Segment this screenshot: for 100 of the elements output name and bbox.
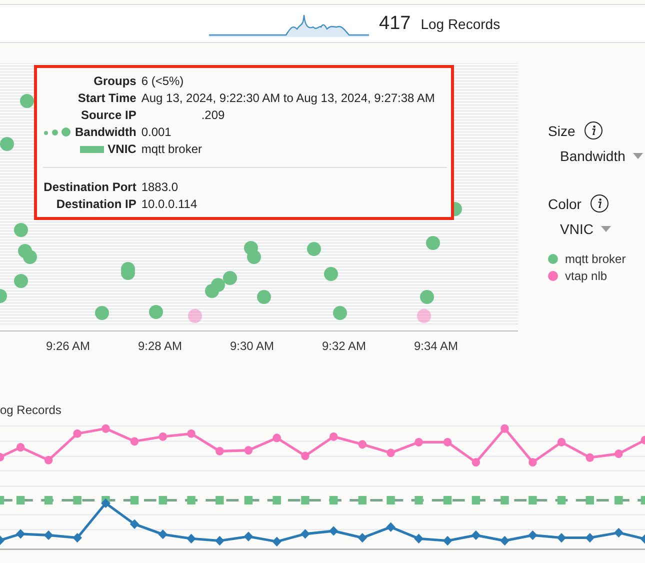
data-point[interactable]	[358, 532, 368, 543]
data-point[interactable]	[500, 536, 510, 546]
info-icon[interactable]	[590, 194, 610, 213]
data-point[interactable]	[557, 438, 566, 446]
data-point[interactable]	[20, 94, 34, 108]
data-point[interactable]	[528, 530, 538, 540]
data-point[interactable]	[614, 496, 623, 504]
data-point[interactable]	[14, 223, 28, 237]
data-point[interactable]	[420, 290, 434, 304]
data-point[interactable]	[333, 306, 347, 320]
data-point[interactable]	[44, 456, 53, 464]
data-point[interactable]	[95, 306, 109, 320]
data-point[interactable]	[386, 448, 395, 458]
data-point[interactable]	[330, 496, 338, 504]
axis-label: 9:32 AM	[322, 339, 368, 353]
data-point[interactable]	[23, 250, 37, 264]
data-point[interactable]	[586, 496, 594, 504]
data-point[interactable]	[244, 446, 253, 455]
tooltip-label: Destination IP	[56, 197, 136, 211]
data-point[interactable]	[247, 250, 261, 264]
data-point[interactable]	[426, 236, 440, 250]
data-point[interactable]	[215, 536, 224, 546]
data-point[interactable]	[149, 305, 163, 319]
data-point[interactable]	[0, 536, 5, 546]
data-point[interactable]	[216, 446, 224, 456]
tooltip-value: 6 (<5%)	[141, 74, 185, 88]
data-point[interactable]	[414, 496, 423, 504]
data-point[interactable]	[101, 498, 110, 508]
data-point[interactable]	[301, 452, 310, 460]
color-dropdown[interactable]: VNIC	[560, 221, 644, 237]
data-point[interactable]	[0, 137, 14, 151]
data-point[interactable]	[472, 496, 480, 504]
data-point[interactable]	[358, 496, 367, 504]
data-point[interactable]	[73, 429, 82, 438]
axis-label: 9:34 AM	[414, 339, 460, 353]
data-point[interactable]	[557, 496, 566, 504]
data-point[interactable]	[72, 532, 82, 543]
data-point[interactable]	[528, 458, 537, 467]
data-point[interactable]	[272, 496, 281, 504]
data-point[interactable]	[186, 534, 196, 544]
data-point[interactable]	[187, 496, 196, 504]
data-point[interactable]	[14, 274, 28, 288]
data-point[interactable]	[216, 496, 224, 504]
data-point[interactable]	[301, 496, 310, 504]
data-point[interactable]	[16, 443, 25, 452]
data-point[interactable]	[0, 452, 4, 462]
data-point[interactable]	[244, 496, 253, 504]
axis-label: 9:30 AM	[230, 339, 276, 353]
data-point[interactable]	[0, 496, 4, 504]
data-point[interactable]	[528, 496, 537, 504]
data-point[interactable]	[640, 436, 645, 444]
data-point[interactable]	[130, 437, 139, 446]
data-point[interactable]	[300, 529, 310, 539]
data-point[interactable]	[307, 242, 321, 256]
chart-title: og Records	[0, 403, 62, 417]
data-point[interactable]	[614, 449, 623, 458]
data-point[interactable]	[472, 458, 480, 467]
data-point[interactable]	[102, 424, 110, 433]
info-icon[interactable]	[584, 121, 604, 140]
data-point[interactable]	[500, 424, 509, 433]
data-point[interactable]	[205, 284, 219, 298]
data-point[interactable]	[158, 432, 167, 441]
data-point[interactable]	[16, 496, 25, 504]
data-point[interactable]	[130, 496, 139, 504]
data-point[interactable]	[158, 496, 167, 504]
data-point[interactable]	[414, 534, 424, 544]
data-point[interactable]	[443, 496, 452, 504]
data-point[interactable]	[158, 530, 168, 540]
data-point[interactable]	[272, 536, 282, 546]
tooltip-label: Start Time	[78, 91, 136, 105]
tooltip-label: Source IP	[80, 108, 136, 122]
data-point[interactable]	[442, 536, 452, 546]
data-point[interactable]	[614, 528, 624, 538]
data-point[interactable]	[44, 530, 54, 540]
data-point[interactable]	[500, 496, 509, 504]
data-point[interactable]	[386, 496, 395, 504]
data-point[interactable]	[386, 522, 396, 532]
size-dropdown[interactable]: Bandwidth	[560, 148, 644, 164]
data-point[interactable]	[73, 496, 82, 504]
data-point[interactable]	[586, 453, 594, 462]
data-point[interactable]	[330, 432, 338, 441]
data-point[interactable]	[0, 289, 7, 303]
data-point[interactable]	[328, 526, 338, 536]
data-point[interactable]	[640, 534, 645, 544]
data-point[interactable]	[223, 271, 237, 285]
data-point[interactable]	[257, 290, 271, 304]
data-point[interactable]	[324, 267, 338, 281]
data-point[interactable]	[471, 530, 481, 540]
data-point[interactable]	[640, 496, 645, 504]
data-point[interactable]	[358, 440, 367, 449]
data-point[interactable]	[187, 429, 196, 438]
data-point[interactable]	[443, 438, 452, 446]
data-point[interactable]	[244, 532, 254, 542]
tooltip-label: VNIC	[108, 142, 136, 156]
data-point[interactable]	[414, 438, 423, 446]
tooltip-value: .209	[200, 108, 226, 122]
data-point[interactable]	[130, 519, 140, 529]
data-point[interactable]	[272, 434, 281, 442]
data-point[interactable]	[44, 496, 53, 504]
data-point[interactable]	[16, 529, 26, 539]
